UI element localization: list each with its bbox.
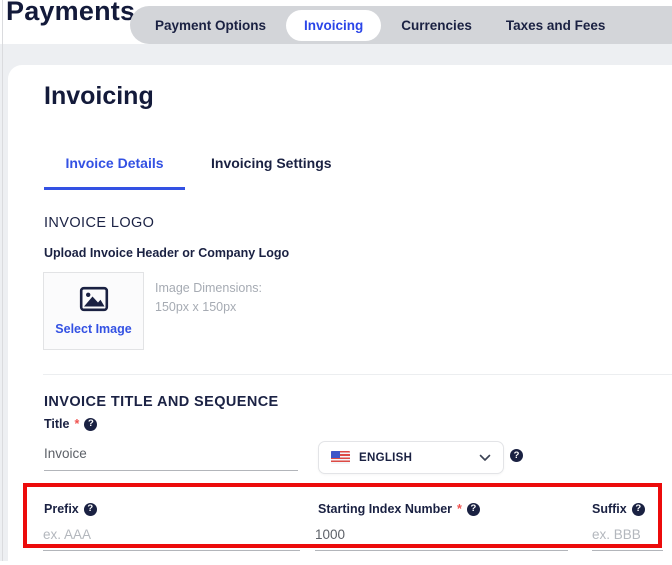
chevron-down-icon [479,449,491,467]
suffix-field-label: Suffix [592,502,627,516]
prefix-field-label-row: Prefix [44,502,97,516]
language-select[interactable]: ENGLISH [318,441,504,474]
help-icon[interactable] [632,503,645,516]
tab-invoicing-settings[interactable]: Invoicing Settings [211,155,332,190]
title-field-label-row: Title * [44,417,97,431]
suffix-input[interactable] [592,525,663,551]
page-left-border [2,0,3,561]
header-tab-invoicing[interactable]: Invoicing [286,10,381,41]
tab-invoice-details[interactable]: Invoice Details [44,155,185,190]
help-icon[interactable] [467,503,480,516]
starting-index-label: Starting Index Number [318,502,452,516]
us-flag-icon [331,451,350,464]
starting-index-label-row: Starting Index Number * [318,502,480,516]
suffix-field-label-row: Suffix [592,502,645,516]
invoice-tabs: Invoice Details Invoicing Settings [44,155,332,190]
select-image-button[interactable]: Select Image [43,272,144,350]
header-tab-currencies[interactable]: Currencies [384,18,489,33]
select-image-label: Select Image [55,322,131,336]
title-field-label: Title [44,417,69,431]
help-icon[interactable] [84,503,97,516]
image-dimensions-label: Image Dimensions: [155,279,262,298]
language-select-value: ENGLISH [359,452,470,464]
invoicing-card: Invoicing Invoice Details Invoicing Sett… [8,65,672,565]
page-title: Payments [6,0,135,27]
required-asterisk: * [74,417,79,431]
title-input[interactable] [44,443,298,471]
image-dimensions-text: Image Dimensions: 150px x 150px [155,279,262,317]
header-tab-payment-options[interactable]: Payment Options [138,18,283,33]
image-dimensions-value: 150px x 150px [155,298,262,317]
title-sequence-heading: INVOICE TITLE AND SEQUENCE [44,394,279,410]
starting-index-input[interactable] [315,525,568,551]
image-icon [79,286,109,317]
help-icon[interactable] [84,418,97,431]
section-divider [43,374,672,375]
upload-logo-subheading: Upload Invoice Header or Company Logo [44,246,289,260]
invoice-logo-heading: INVOICE LOGO [44,215,154,231]
help-icon[interactable] [510,449,523,462]
header-tabbar: Payment Options Invoicing Currencies Tax… [130,6,672,44]
prefix-field-label: Prefix [44,502,79,516]
required-asterisk: * [457,502,462,516]
header-tab-taxes-and-fees[interactable]: Taxes and Fees [489,18,623,33]
prefix-input[interactable] [43,525,300,551]
section-title: Invoicing [44,80,154,112]
